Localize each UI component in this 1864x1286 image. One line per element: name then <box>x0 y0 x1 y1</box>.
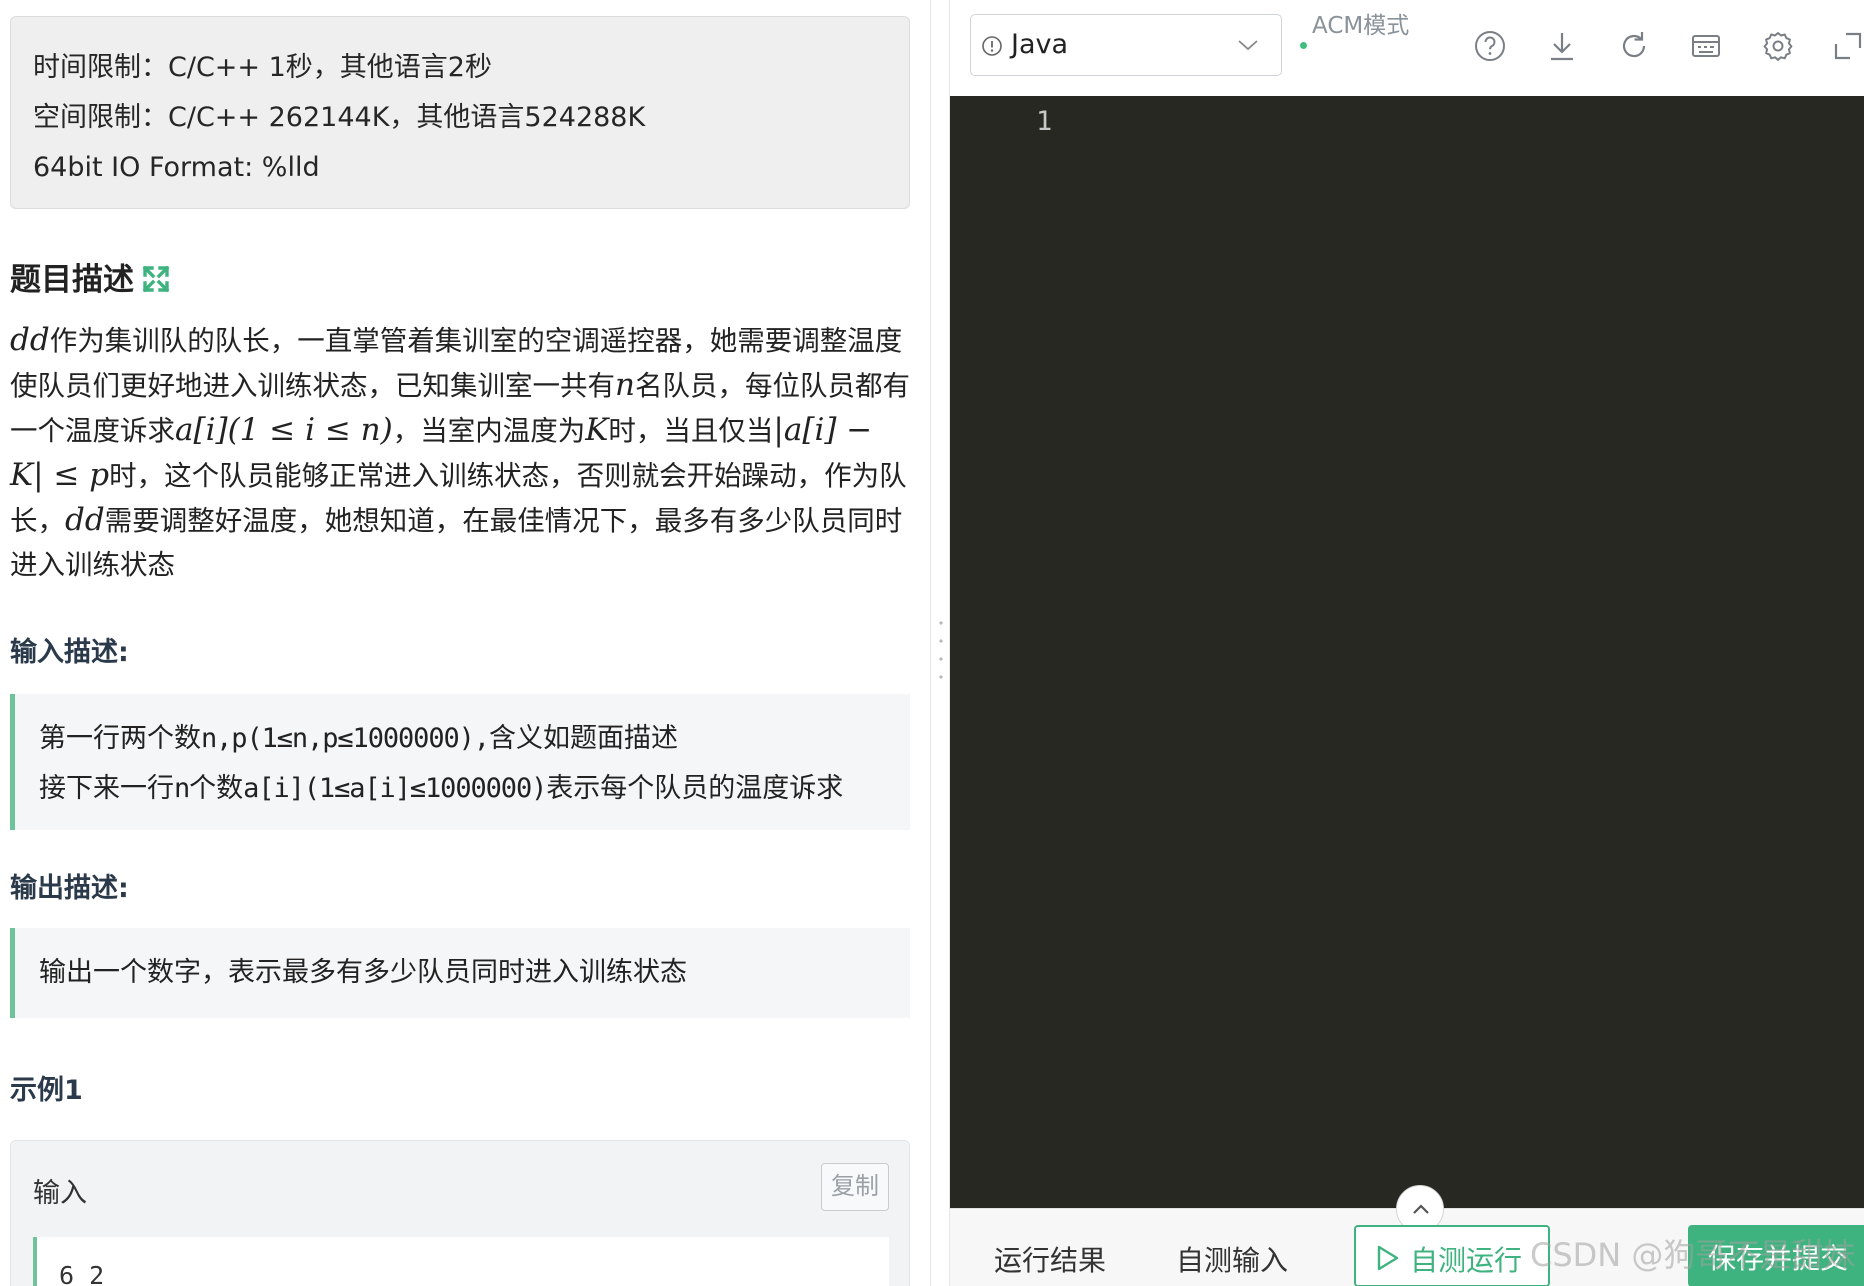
example-box: 输入 复制 6 2 <box>10 1140 910 1286</box>
output-desc-title: 输出描述: <box>10 873 129 904</box>
mode-status-dot <box>1300 42 1307 49</box>
expand-icon[interactable] <box>142 265 170 301</box>
example-input-label: 输入 <box>33 1178 87 1209</box>
input-desc-block: 第一行两个数n,p(1≤n,p≤1000000),含义如题面描述 接下来一行n个… <box>10 694 910 830</box>
submit-button[interactable]: 保存并提交 <box>1688 1225 1864 1286</box>
language-value: Java <box>1011 29 1069 60</box>
space-limit: 空间限制：C/C++ 262144K，其他语言524288K <box>33 102 646 133</box>
problem-description: dd作为集训队的队长，一直掌管着集训室的空调遥控器，她需要调整温度使队员们更好地… <box>10 322 910 581</box>
download-icon[interactable] <box>1544 28 1580 64</box>
input-desc-line-2: 接下来一行n个数a[i](1≤a[i]≤1000000)表示每个队员的温度诉求 <box>39 773 844 804</box>
output-desc-line-1: 输出一个数字，表示最多有多少队员同时进入训练状态 <box>39 957 687 988</box>
settings-gear-icon[interactable] <box>1760 28 1796 64</box>
run-button[interactable]: 自测运行 <box>1354 1225 1550 1286</box>
problem-title: 题目描述 <box>10 254 170 301</box>
time-limit: 时间限制：C/C++ 1秒，其他语言2秒 <box>33 52 492 83</box>
example-input-value: 6 2 <box>33 1237 889 1286</box>
language-select[interactable]: Java <box>970 14 1282 76</box>
tab-custom-input[interactable]: 自测输入 <box>1176 1239 1288 1279</box>
info-circle-icon <box>981 35 1003 61</box>
panel-splitter[interactable] <box>930 0 950 1286</box>
chevron-up-icon <box>1413 1204 1429 1214</box>
example-title: 示例1 <box>10 1075 83 1106</box>
line-number: 1 <box>1036 106 1053 137</box>
input-desc-title: 输入描述: <box>10 637 129 668</box>
splitter-grip-icon[interactable] <box>939 614 943 684</box>
input-desc-line-1: 第一行两个数n,p(1≤n,p≤1000000),含义如题面描述 <box>39 723 678 754</box>
editor-toolbar: Java ACM模式 <box>950 0 1864 96</box>
acm-mode-label[interactable]: ACM模式 <box>1300 8 1422 49</box>
bottom-bar: 运行结果 自测输入 自测运行 保存并提交 <box>950 1185 1864 1286</box>
io-format: 64bit IO Format: %lld <box>33 152 320 183</box>
refresh-icon[interactable] <box>1616 28 1652 64</box>
chevron-down-icon <box>1237 37 1259 56</box>
limits-box: 时间限制：C/C++ 1秒，其他语言2秒 空间限制：C/C++ 262144K，… <box>10 16 910 209</box>
help-icon[interactable] <box>1472 28 1508 64</box>
editor-panel: Java ACM模式 1 运行结果 自测输入 自测运行 保存并提交 <box>950 0 1864 1286</box>
keyboard-icon[interactable] <box>1688 28 1724 64</box>
play-icon <box>1377 1245 1399 1271</box>
output-desc-block: 输出一个数字，表示最多有多少队员同时进入训练状态 <box>10 928 910 1018</box>
code-editor[interactable]: 1 <box>950 96 1864 1208</box>
tab-run-result[interactable]: 运行结果 <box>994 1239 1106 1279</box>
copy-button[interactable]: 复制 <box>821 1163 889 1211</box>
problem-panel: 时间限制：C/C++ 1秒，其他语言2秒 空间限制：C/C++ 262144K，… <box>0 0 930 1286</box>
fullscreen-icon[interactable] <box>1830 28 1864 64</box>
problem-title-text: 题目描述 <box>10 262 134 298</box>
